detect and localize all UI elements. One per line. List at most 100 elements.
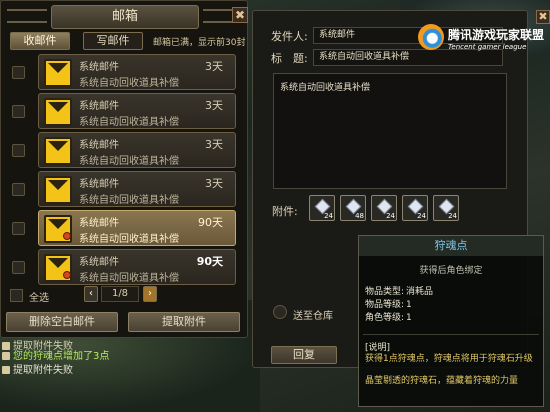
mail-checkbox[interactable] [12, 261, 25, 274]
mail-subject: 系统自动回收道具补偿 [79, 273, 179, 284]
watermark-cn: 腾讯游戏玩家联盟 [448, 28, 545, 42]
mail-subject: 系统自动回收道具补偿 [79, 156, 179, 167]
item-level-row: 物品等级: 1 [365, 297, 412, 310]
desc-line: 获得1点狩魂点，狩魂点将用于狩魂石升级 [365, 354, 533, 364]
mail-body: 系统自动回收道具补偿 [273, 73, 507, 189]
envelope-icon [44, 59, 72, 87]
mail-sender: 系统邮件 [79, 179, 119, 190]
watermark-en: Tencent gamer league [448, 43, 527, 51]
attachment-seal-icon [63, 232, 71, 240]
item-tooltip: 狩魂点 获得后角色绑定 物品类型: 消耗品 物品等级: 1 角色等级: 1 [说明] … [358, 235, 544, 407]
chat-bullet-icon [2, 366, 10, 374]
item-level-value: 1 [406, 300, 412, 310]
reply-button[interactable]: 回复 [271, 346, 337, 364]
mail-sender: 系统邮件 [79, 257, 119, 268]
attachments-label: 附件: [272, 205, 298, 218]
chat-bullet-icon [2, 352, 10, 360]
mail-expiry: 3天 [205, 60, 223, 73]
mail-row: 系统邮件 系统自动回收道具补偿 3天 [6, 54, 244, 90]
mail-expiry: 90天 [196, 255, 223, 268]
attachment-slot[interactable]: 24 [309, 195, 335, 221]
tencent-logo-icon [418, 24, 444, 50]
envelope-icon [44, 176, 72, 204]
attachment-slot[interactable]: 48 [340, 195, 366, 221]
char-level-row: 角色等级: 1 [365, 310, 412, 323]
mail-row: 系统邮件 系统自动回收道具补偿 90天 [6, 249, 244, 285]
attachment-slot[interactable]: 24 [433, 195, 459, 221]
subject-label: 标 题: [271, 52, 308, 65]
item-type-value: 消耗品 [406, 287, 434, 297]
send-to-storage-checkbox[interactable] [273, 305, 287, 319]
attachment-qty: 24 [417, 212, 426, 220]
mailbox-full-notice: 邮箱已满，显示前30封 [153, 38, 246, 48]
mailbox-title: 邮箱 [51, 5, 199, 29]
attachment-seal-icon [63, 271, 71, 279]
sender-label: 发件人: [271, 30, 308, 43]
item-type-row: 物品类型: 消耗品 [365, 284, 433, 297]
prev-page-button[interactable]: ‹ [84, 286, 98, 302]
delete-empty-mail-button[interactable]: 删除空白邮件 [6, 312, 118, 332]
mail-subject: 系统自动回收道具补偿 [79, 117, 179, 128]
mail-row: 系统邮件 系统自动回收道具补偿 3天 [6, 93, 244, 129]
item-name: 狩魂点 [359, 236, 543, 256]
mail-item[interactable]: 系统邮件 系统自动回收道具补偿 3天 [38, 132, 236, 168]
mail-row: 系统邮件 系统自动回收道具补偿 3天 [6, 132, 244, 168]
mail-row: 系统邮件 系统自动回收道具补偿 90天 [6, 210, 244, 246]
select-all-checkbox[interactable] [10, 289, 23, 302]
mail-sender: 系统邮件 [79, 62, 119, 73]
attachment-qty: 24 [386, 212, 395, 220]
attachment-slot[interactable]: 24 [371, 195, 397, 221]
char-level-value: 1 [406, 313, 412, 323]
char-level-label: 角色等级: [365, 313, 405, 323]
envelope-icon [44, 137, 72, 165]
mail-item-selected[interactable]: 系统邮件 系统自动回收道具补偿 90天 [38, 210, 236, 246]
mail-sender: 系统邮件 [79, 101, 119, 112]
attachment-qty: 24 [448, 212, 457, 220]
mail-expiry: 3天 [205, 177, 223, 190]
mail-checkbox[interactable] [12, 222, 25, 235]
mail-checkbox[interactable] [12, 105, 25, 118]
tab-compose[interactable]: 写邮件 [83, 32, 143, 50]
mail-item[interactable]: 系统邮件 系统自动回收道具补偿 3天 [38, 54, 236, 90]
item-binding: 获得后角色绑定 [419, 266, 483, 276]
next-page-button[interactable]: › [143, 286, 157, 302]
desc-line: 晶莹剔透的狩魂石，蕴藏着狩魂的力量 [365, 376, 519, 386]
envelope-open-icon [44, 215, 72, 243]
mail-subject: 系统自动回收道具补偿 [79, 195, 179, 206]
title-ornament-left [7, 9, 47, 23]
attachment-qty: 24 [324, 212, 333, 220]
mail-row: 系统邮件 系统自动回收道具补偿 3天 [6, 171, 244, 207]
item-level-label: 物品等级: [365, 300, 405, 310]
mail-item[interactable]: 系统邮件 系统自动回收道具补偿 3天 [38, 171, 236, 207]
select-all-label: 全选 [29, 293, 49, 304]
mail-item[interactable]: 系统邮件 系统自动回收道具补偿 3天 [38, 93, 236, 129]
mail-subject: 系统自动回收道具补偿 [79, 234, 179, 245]
chat-line: 提取附件失败 [2, 361, 73, 376]
mail-expiry: 3天 [205, 99, 223, 112]
mailbox-panel: 邮箱 ✖ 收邮件 写邮件 邮箱已满，显示前30封 系统邮件 系统自动回收道具补偿… [0, 0, 248, 338]
chat-line: 您的狩魂点增加了3点 [2, 347, 109, 362]
item-type-label: 物品类型: [365, 287, 405, 297]
mail-item[interactable]: 系统邮件 系统自动回收道具补偿 90天 [38, 249, 236, 285]
tencent-gamer-league-watermark: 腾讯游戏玩家联盟 Tencent gamer league [418, 22, 544, 64]
mail-expiry: 3天 [205, 138, 223, 151]
send-to-storage-label: 送至仓库 [293, 311, 333, 322]
page-indicator: 1/8 [101, 286, 139, 302]
mailbox-close-button[interactable]: ✖ [232, 7, 248, 23]
mail-checkbox[interactable] [12, 183, 25, 196]
mail-sender: 系统邮件 [79, 218, 119, 229]
mail-subject: 系统自动回收道具补偿 [79, 78, 179, 89]
mail-checkbox[interactable] [12, 144, 25, 157]
detail-close-button[interactable]: ✖ [536, 10, 550, 24]
envelope-icon [44, 98, 72, 126]
mail-expiry: 90天 [198, 216, 223, 229]
mail-checkbox[interactable] [12, 66, 25, 79]
envelope-icon [44, 254, 72, 282]
tooltip-divider [363, 334, 539, 335]
attachment-qty: 48 [355, 212, 364, 220]
chat-text: 提取附件失败 [13, 365, 73, 376]
mail-sender: 系统邮件 [79, 140, 119, 151]
take-attachments-button[interactable]: 提取附件 [128, 312, 240, 332]
tab-inbox[interactable]: 收邮件 [10, 32, 70, 50]
attachment-slot[interactable]: 24 [402, 195, 428, 221]
